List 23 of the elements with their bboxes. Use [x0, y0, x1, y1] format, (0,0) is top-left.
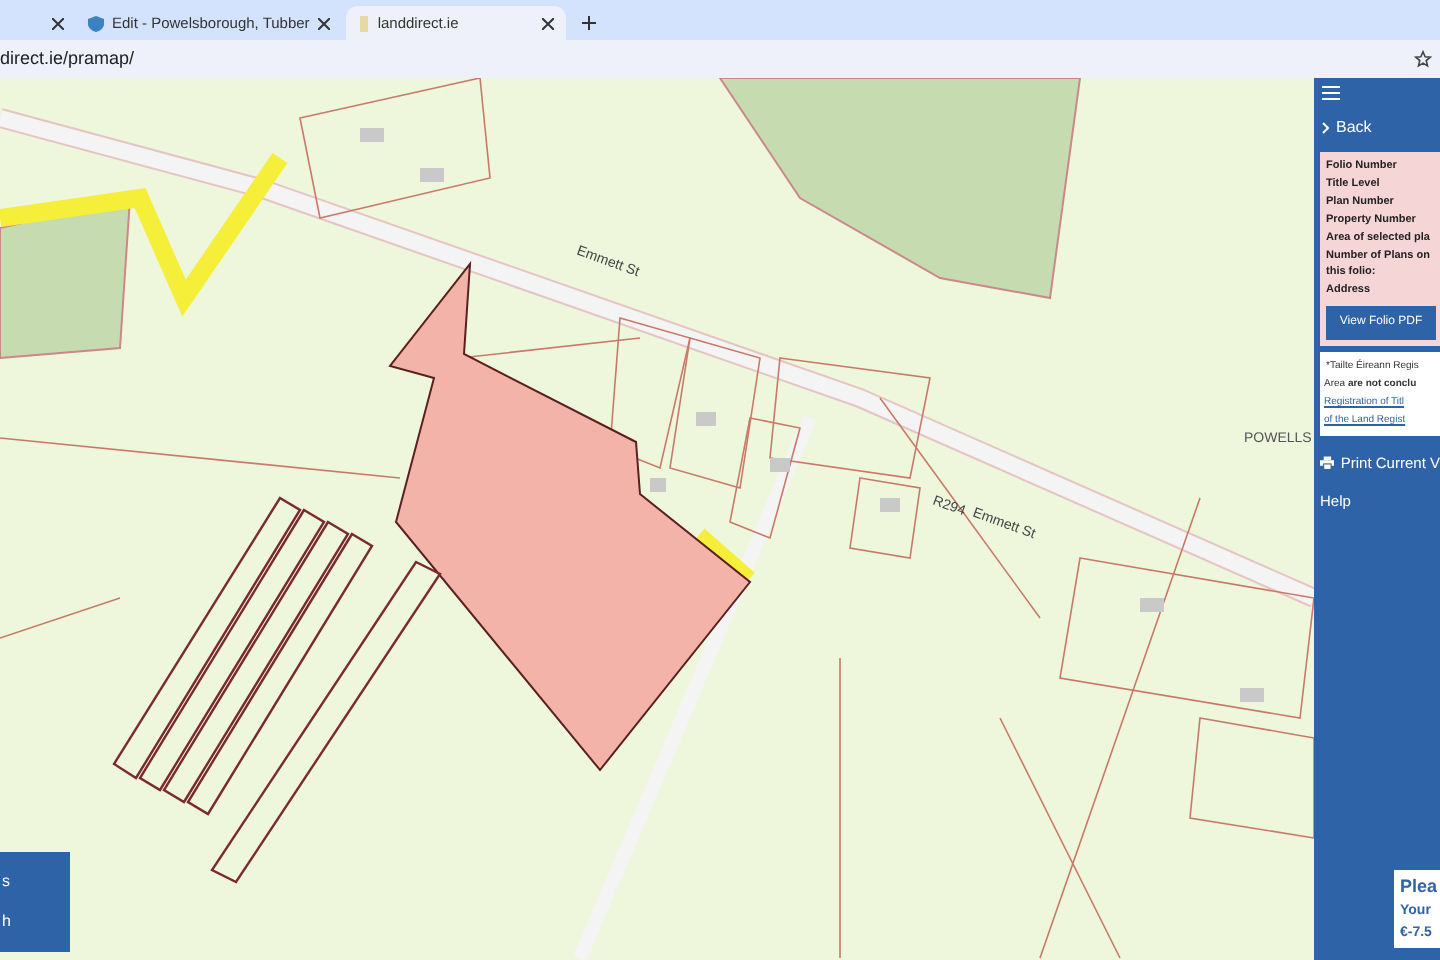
address-bar[interactable]: direct.ie/pramap/: [0, 45, 135, 73]
building: [1240, 688, 1264, 702]
close-icon[interactable]: [317, 17, 330, 29]
page-icon: [357, 15, 370, 31]
close-icon[interactable]: [52, 17, 64, 29]
building: [696, 412, 716, 426]
printer-icon: [1320, 456, 1335, 471]
overlay-text: s: [2, 870, 12, 894]
overlay-text: h: [2, 910, 13, 934]
close-icon[interactable]: [541, 17, 554, 29]
building: [770, 458, 790, 472]
shield-icon: [88, 15, 104, 31]
back-button[interactable]: Back: [1314, 116, 1440, 140]
chevron-icon: [1322, 122, 1330, 134]
building: [650, 478, 666, 492]
menu-icon[interactable]: [1322, 86, 1340, 100]
building: [420, 168, 444, 182]
building: [360, 128, 384, 142]
new-tab-icon[interactable]: [581, 16, 596, 30]
building: [1140, 598, 1164, 612]
promo-text: Plea: [1400, 876, 1440, 898]
building: [880, 498, 900, 512]
star-icon[interactable]: [1414, 50, 1432, 68]
